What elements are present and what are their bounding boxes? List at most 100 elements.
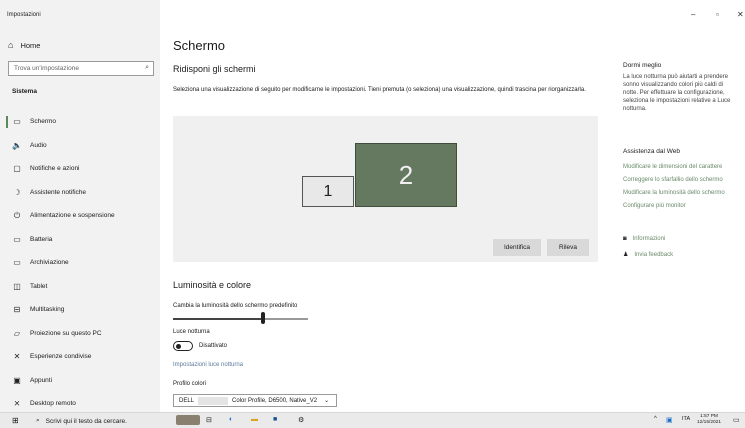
- chevron-down-icon: ⌄: [324, 398, 330, 404]
- windows-logo-icon: ⊞: [12, 416, 19, 425]
- sidebar-item-multitasking[interactable]: ⊟ Multitasking: [0, 298, 160, 322]
- search-icon: ⌕: [36, 417, 40, 424]
- identify-button[interactable]: Identifica: [493, 239, 541, 256]
- weather-widget-icon: [176, 415, 200, 425]
- sidebar-item-label: Notifiche e azioni: [30, 165, 80, 173]
- color-profile-label: Profilo colori: [173, 381, 207, 387]
- store-icon: ■: [273, 416, 278, 423]
- clock[interactable]: 1:57 PM 12/15/2021: [697, 414, 721, 426]
- feedback-link[interactable]: ♟ Invia feedback: [623, 251, 674, 259]
- night-light-settings-link[interactable]: Impostazioni luce notturna: [173, 362, 243, 368]
- input-language[interactable]: ITA: [682, 416, 690, 422]
- feedback-icon: ♟: [623, 252, 629, 258]
- sidebar-item-label: Alimentazione e sospensione: [30, 212, 115, 220]
- settings-search-input[interactable]: Trova un'impostazione ⌕: [8, 61, 154, 76]
- color-profile-prefix: DELL: [179, 397, 195, 404]
- sleep-text: La luce notturna può aiutarti a prendere…: [623, 74, 731, 112]
- taskbar-search-placeholder: Scrivi qui il testo da cercare.: [45, 417, 127, 425]
- chevron-up-icon: ^: [654, 416, 657, 422]
- home-icon: ⌂: [8, 40, 14, 50]
- sleep-title: Dormi meglio: [623, 62, 662, 69]
- sidebar-nav: ▭ Schermo 🔈 Audio ▢ Notifiche e azioni ☽ Ass…: [0, 110, 160, 416]
- sidebar-item-label: Multitasking: [30, 306, 65, 314]
- color-profile-select[interactable]: DELL Color Profile, D6500, Native_V2 ⌄: [173, 394, 337, 407]
- monitor-1[interactable]: 1: [302, 176, 354, 207]
- taskbar: ⊞ ⌕ Scrivi qui il testo da cercare. ⊟ ◐ …: [0, 412, 745, 428]
- sidebar-item-label: Archiviazione: [30, 259, 69, 267]
- help-link-brightness[interactable]: Modificare la luminosità dello schermo: [623, 190, 725, 196]
- action-center-button[interactable]: ▭: [733, 416, 740, 424]
- web-help-title: Assistenza dal Web: [623, 148, 680, 155]
- clipboard-icon: ▣: [13, 375, 21, 385]
- sidebar-item-esperienze-condivise[interactable]: ✕ Esperienze condivise: [0, 345, 160, 369]
- close-button[interactable]: ✕: [737, 10, 744, 19]
- shared-icon: ✕: [13, 352, 21, 362]
- monitor-icon: ▭: [13, 117, 21, 127]
- edge-button[interactable]: ◐: [229, 416, 233, 423]
- power-icon: ⏻: [13, 210, 21, 220]
- taskbar-search[interactable]: ⌕ Scrivi qui il testo da cercare.: [36, 417, 127, 425]
- sidebar-item-batteria[interactable]: ▭ Batteria: [0, 228, 160, 252]
- brightness-label: Cambia la luminosità dello schermo prede…: [173, 303, 298, 309]
- moon-icon: ☽: [13, 187, 21, 197]
- battery-icon: ▭: [13, 234, 21, 244]
- brightness-slider-thumb[interactable]: [261, 312, 265, 324]
- clock-date: 12/15/2021: [697, 420, 722, 425]
- search-icon: ⌕: [145, 64, 149, 71]
- tray-app-icon: ▣: [666, 417, 673, 424]
- sidebar-item-label: Tablet: [30, 282, 48, 290]
- redacted-text: [198, 396, 229, 405]
- sidebar-item-label: Appunti: [30, 376, 53, 384]
- remote-desktop-icon: ⨯: [13, 399, 21, 409]
- sidebar: Impostazioni ⌂ Home Trova un'impostazion…: [0, 0, 160, 412]
- sidebar-item-proiezione[interactable]: ▱ Proiezione su questo PC: [0, 322, 160, 346]
- window-title: Impostazioni: [7, 12, 41, 18]
- sidebar-item-label: Schermo: [30, 118, 57, 126]
- monitor-2[interactable]: 2: [355, 143, 457, 207]
- start-button[interactable]: ⊞: [12, 416, 19, 425]
- sidebar-item-schermo[interactable]: ▭ Schermo: [0, 110, 160, 134]
- notification-icon: ▢: [13, 164, 21, 174]
- task-view-button[interactable]: ⊟: [206, 416, 212, 424]
- task-view-icon: ⊟: [206, 417, 212, 424]
- home-link[interactable]: ⌂ Home: [8, 40, 40, 50]
- tray-app[interactable]: ▣: [666, 416, 673, 424]
- night-light-label: Luce notturna: [173, 329, 210, 335]
- sidebar-item-label: Batteria: [30, 235, 53, 243]
- main-content: Schermo Ridisponi gli schermi Seleziona …: [173, 0, 613, 412]
- feedback-label: Invia feedback: [634, 251, 674, 258]
- gear-icon: ⚙: [298, 417, 305, 424]
- sidebar-item-appunti[interactable]: ▣ Appunti: [0, 369, 160, 393]
- sidebar-item-audio[interactable]: 🔈 Audio: [0, 134, 160, 158]
- sidebar-item-label: Proiezione su questo PC: [30, 329, 102, 337]
- sidebar-section-title: Sistema: [12, 88, 37, 95]
- display-arrangement-canvas[interactable]: 1 2 Identifica Rileva: [173, 116, 598, 262]
- info-icon: ◙: [623, 236, 627, 242]
- night-light-toggle[interactable]: [173, 341, 193, 351]
- sidebar-item-archiviazione[interactable]: ▭ Archiviazione: [0, 251, 160, 275]
- help-link-multi-monitor[interactable]: Configurare più monitor: [623, 203, 686, 209]
- help-link-flicker[interactable]: Correggere lo sfarfallio dello schermo: [623, 177, 723, 183]
- file-explorer-button[interactable]: ▬: [251, 416, 258, 423]
- color-profile-suffix: Color Profile, D6500, Native_V2: [232, 397, 318, 404]
- taskbar-widget[interactable]: [176, 415, 200, 425]
- store-button[interactable]: ■: [273, 416, 277, 423]
- notification-icon: ▭: [733, 417, 740, 424]
- brightness-slider-track[interactable]: [173, 318, 308, 320]
- tray-chevron[interactable]: ^: [654, 416, 657, 422]
- tablet-icon: ◫: [13, 281, 21, 291]
- info-link[interactable]: ◙ Informazioni: [623, 236, 665, 242]
- storage-icon: ▭: [13, 258, 21, 268]
- maximize-button[interactable]: ▫: [716, 10, 719, 19]
- settings-taskbar-button[interactable]: ⚙: [298, 416, 304, 424]
- sidebar-item-notifiche[interactable]: ▢ Notifiche e azioni: [0, 157, 160, 181]
- minimize-button[interactable]: –: [691, 10, 695, 19]
- help-link-font-size[interactable]: Modificare le dimensioni del carattere: [623, 164, 722, 170]
- detect-button[interactable]: Rileva: [547, 239, 589, 256]
- sidebar-item-label: Desktop remoto: [30, 400, 76, 408]
- sidebar-item-assistente-notifiche[interactable]: ☽ Assistente notifiche: [0, 181, 160, 205]
- sidebar-item-tablet[interactable]: ◫ Tablet: [0, 275, 160, 299]
- arrange-heading: Ridisponi gli schermi: [173, 64, 256, 74]
- multitasking-icon: ⊟: [13, 305, 21, 315]
- sidebar-item-alimentazione[interactable]: ⏻ Alimentazione e sospensione: [0, 204, 160, 228]
